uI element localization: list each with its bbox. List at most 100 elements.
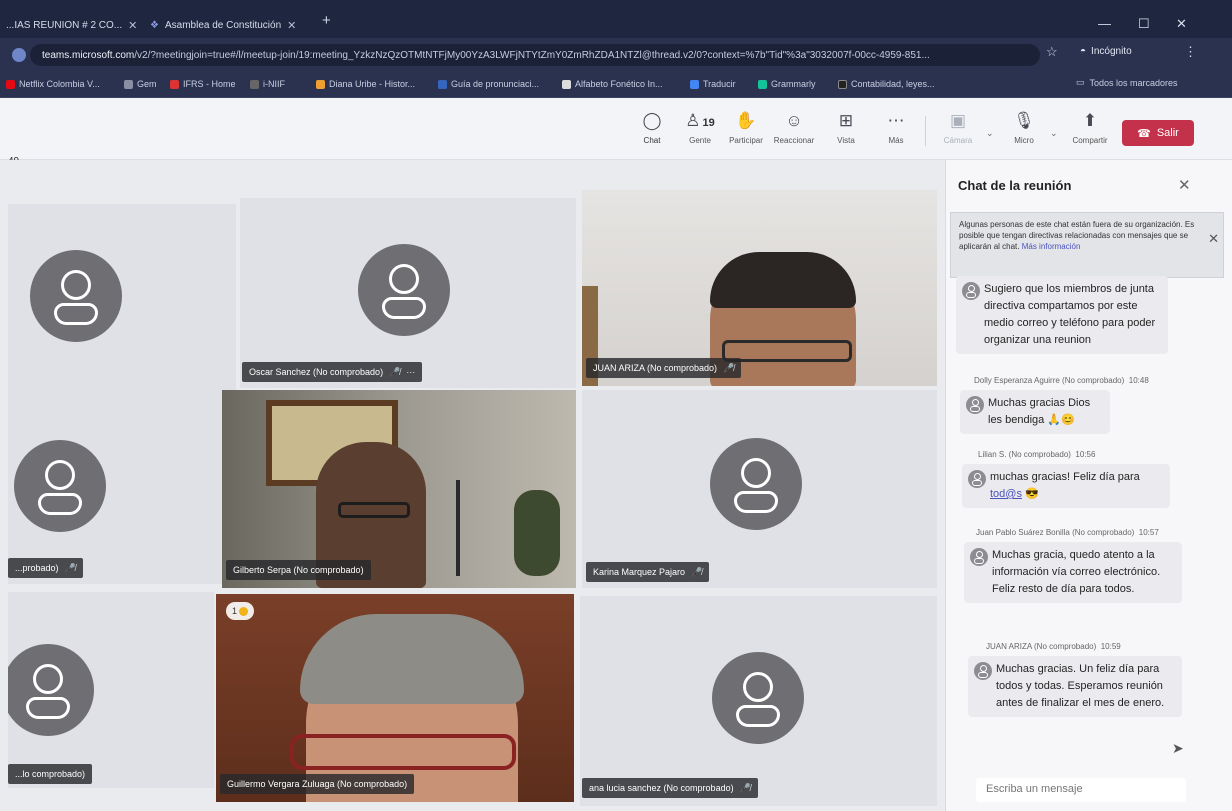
url-path: /v2/?meetingjoin=true#/l/meetup-join/19:… — [134, 49, 930, 61]
browser-tab-2[interactable]: ❖ Asamblea de Constitución ✕ — [150, 14, 296, 36]
participant-name-tag: Guillermo Vergara Zuluaga (No comprobado… — [220, 774, 415, 794]
bookmark-favicon-icon — [758, 79, 767, 89]
participant-name-tag: Oscar Sanchez (No comprobado) 🎤̸ ⋯ — [242, 362, 423, 382]
message-text: Muchas gracia, quedo atento a la informa… — [992, 549, 1161, 595]
share-icon: ⬆ — [1082, 111, 1098, 130]
bookmark-item[interactable]: Contabilidad, leyes... — [838, 79, 935, 89]
bookmark-favicon-icon — [438, 79, 447, 89]
learn-more-link[interactable]: Más información — [1022, 242, 1081, 251]
participant-tile[interactable]: ana lucia sanchez (No comprobado) 🎤̸ — [580, 596, 937, 806]
bookmark-item[interactable]: Grammarly — [758, 79, 816, 89]
bookmark-item[interactable]: Guía de pronunciaci... — [438, 79, 539, 89]
bookmark-label: Grammarly — [771, 79, 816, 89]
window-close-icon[interactable]: ✕ — [1176, 16, 1187, 32]
bookmark-favicon-icon — [690, 79, 699, 89]
all-bookmarks-button[interactable]: ▭ Todos los marcadores — [1076, 77, 1178, 88]
bookmark-item[interactable]: IFRS - Home — [170, 79, 236, 89]
close-icon[interactable]: ✕ — [1178, 176, 1191, 194]
message-text: Muchas gracias. Un feliz día para todos … — [996, 663, 1165, 709]
leave-button[interactable]: ☎ Salir — [1122, 120, 1194, 146]
chat-message: muchas gracias! Feliz día para tod@s 😎 — [962, 464, 1170, 508]
bookmark-favicon-icon — [838, 79, 847, 89]
avatar-icon — [30, 250, 122, 342]
minimize-icon[interactable]: — — [1098, 16, 1111, 31]
dismiss-icon[interactable]: ✕ — [1208, 232, 1219, 245]
lamp-icon — [456, 480, 460, 576]
bookmark-label: i-NIIF — [263, 79, 285, 89]
new-tab-icon[interactable]: + — [322, 12, 331, 29]
message-emoji: 😎 — [1025, 488, 1039, 500]
participant-name-tag: Gilberto Serpa (No comprobado) — [226, 560, 371, 580]
participant-tile[interactable]: ...probado) 🎤̸ — [8, 394, 228, 584]
bookmark-label: IFRS - Home — [183, 79, 236, 89]
glasses-icon — [290, 734, 516, 770]
participant-name: Gilberto Serpa (No comprobado) — [233, 565, 364, 575]
more-button[interactable]: ⋯ Más — [868, 110, 924, 145]
bookmark-favicon-icon — [124, 79, 133, 89]
share-button[interactable]: ⬆ Compartir — [1062, 110, 1118, 145]
tab-label: Asamblea de Constitución — [164, 19, 282, 31]
bookmark-item[interactable]: Netflix Colombia V... — [6, 79, 100, 89]
raised-hand-badge: 1 — [226, 602, 254, 620]
bookmark-item[interactable]: Traducir — [690, 79, 736, 89]
incognito-badge[interactable]: ◓ Incógnito — [1080, 46, 1132, 57]
maximize-icon[interactable]: ☐ — [1138, 16, 1150, 32]
hand-icon: ✋ — [735, 111, 757, 130]
bookmark-item[interactable]: Gem — [124, 79, 157, 89]
teams-icon: ❖ — [150, 19, 159, 31]
close-icon[interactable]: ✕ — [287, 19, 296, 32]
participant-name-tag: Karina Marquez Pajaro 🎤̸ — [586, 562, 710, 582]
bookmark-favicon-icon — [250, 79, 259, 89]
chevron-down-icon[interactable]: ⌄ — [1050, 128, 1058, 139]
bookmark-item[interactable]: Alfabeto Fonético In... — [562, 79, 663, 89]
participant-tile[interactable]: JUAN ARIZA (No comprobado) 🎤̸ — [582, 190, 937, 386]
folder-icon: ▭ — [1076, 77, 1085, 87]
chat-message: Sugiero que los miembros de junta direct… — [956, 276, 1168, 354]
message-author: Dolly Esperanza Aguirre (No comprobado) — [974, 376, 1125, 385]
mic-label: Micro — [1014, 136, 1034, 145]
raised-hand-count: 1 — [231, 606, 237, 616]
participant-tile[interactable]: Oscar Sanchez (No comprobado) 🎤̸ ⋯ — [240, 198, 576, 388]
message-author: Juan Pablo Suárez Bonilla (No comprobado… — [976, 528, 1135, 537]
bookmark-label: Traducir — [703, 79, 736, 89]
avatar-icon — [14, 440, 106, 532]
react-button[interactable]: ☺ Reaccionar — [766, 110, 822, 145]
video-feed — [710, 252, 856, 308]
camera-off-icon: ▣ — [949, 111, 967, 130]
view-button[interactable]: ⊞ Vista — [818, 110, 874, 145]
more-icon[interactable]: ⋯ — [406, 367, 415, 378]
mic-muted-icon: 🎤̸ — [389, 366, 401, 377]
video-feed — [300, 614, 524, 704]
browser-menu-icon[interactable]: ⋮ — [1184, 44, 1197, 60]
incognito-icon: ◓ — [1080, 46, 1087, 57]
chevron-down-icon[interactable]: ⌄ — [986, 128, 994, 139]
bookmark-favicon-icon — [316, 79, 325, 89]
participant-tile[interactable] — [8, 204, 236, 394]
message-meta: Juan Pablo Suárez Bonilla (No comprobado… — [976, 528, 1228, 537]
message-text: Muchas gracias Dios les bendiga 🙏😊 — [988, 397, 1091, 426]
participant-tile[interactable]: Karina Marquez Pajaro 🎤̸ — [582, 390, 937, 588]
mic-muted-icon: 🎤̸ — [691, 566, 703, 577]
participant-name: Oscar Sanchez (No comprobado) — [249, 367, 384, 377]
message-text: muchas gracias! Feliz día para — [990, 471, 1140, 483]
more-label: Más — [888, 136, 904, 145]
plant-icon — [514, 490, 560, 576]
raise-label: Participar — [729, 136, 763, 145]
browser-tab-1[interactable]: ...IAS REUNION # 2 CO... ✕ — [6, 14, 137, 36]
chat-message-input[interactable]: Escriba un mensaje — [976, 778, 1186, 802]
participant-tile[interactable]: Gilberto Serpa (No comprobado) — [222, 390, 576, 588]
bookmark-star-icon[interactable]: ☆ — [1046, 44, 1058, 60]
chat-message: Muchas gracia, quedo atento a la informa… — [964, 542, 1182, 603]
toolbar-divider — [925, 116, 926, 146]
close-icon[interactable]: ✕ — [128, 19, 137, 32]
bookmark-item[interactable]: Diana Uribe - Histor... — [316, 79, 415, 89]
participant-tile[interactable]: 1 Guillermo Vergara Zuluaga (No comproba… — [216, 594, 574, 802]
bookmark-item[interactable]: i-NIIF — [250, 79, 285, 89]
site-info-icon[interactable] — [12, 48, 26, 62]
camera-button[interactable]: ▣ Cámara — [930, 110, 986, 145]
message-link[interactable]: tod@s — [990, 488, 1022, 500]
mic-button[interactable]: 🎙 Micro — [996, 110, 1052, 145]
all-bookmarks-label: Todos los marcadores — [1089, 77, 1178, 88]
participant-tile[interactable]: ...lo comprobado) — [8, 592, 214, 788]
address-bar[interactable]: teams.microsoft.com/v2/?meetingjoin=true… — [30, 44, 1040, 66]
